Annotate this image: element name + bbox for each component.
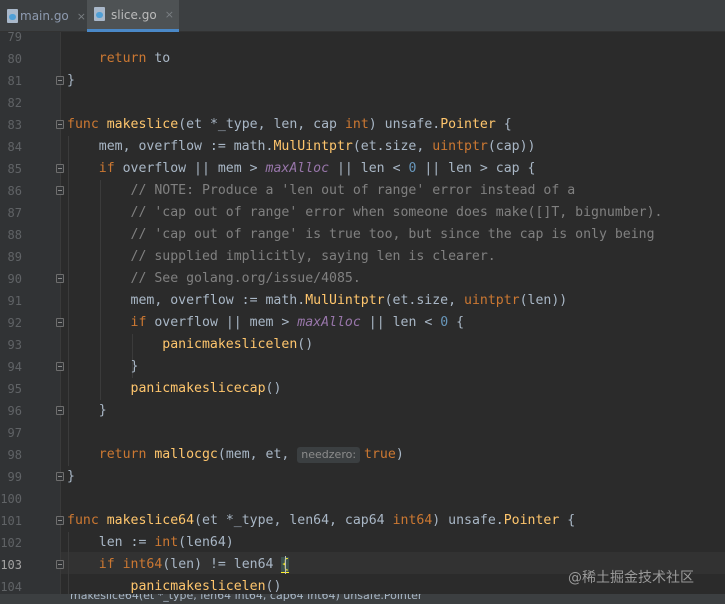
line-number: 98	[7, 448, 22, 462]
line-number: 82	[7, 96, 22, 110]
code-line: }	[67, 359, 139, 374]
close-icon[interactable]: ×	[77, 10, 86, 23]
line-number: 80	[7, 52, 22, 66]
fold-marker-icon[interactable]	[56, 406, 64, 415]
code-comment: // See golang.org/issue/4085.	[130, 271, 361, 286]
code-line: func makeslice64(et *_type, len64, cap64…	[67, 513, 576, 528]
code-line: }	[67, 469, 75, 484]
code-comment: // 'cap out of range' is true too, but s…	[130, 227, 655, 242]
line-number: 87	[7, 206, 22, 220]
code-line: }	[67, 403, 107, 418]
code-line: mem, overflow := math.MulUintptr(et.size…	[67, 293, 568, 308]
line-number: 84	[7, 140, 22, 154]
code-line: }	[67, 73, 75, 88]
go-file-icon	[93, 7, 107, 22]
inlay-hint: needzero:	[297, 447, 361, 463]
code-line: return mallocgc(mem, et, needzero: true)	[98, 447, 404, 463]
line-number: 89	[7, 250, 22, 264]
text-caret	[285, 556, 286, 574]
fold-marker-icon[interactable]	[56, 362, 64, 371]
code-line: if overflow || mem > maxAlloc || len < 0…	[130, 315, 465, 330]
line-number: 99	[7, 470, 22, 484]
fold-marker-icon[interactable]	[56, 76, 64, 85]
line-number: 95	[7, 382, 22, 396]
fold-marker-icon[interactable]	[56, 120, 64, 129]
code-line: panicmakeslicecap()	[130, 381, 282, 396]
close-icon[interactable]: ×	[165, 8, 174, 21]
watermark: @稀土掘金技术社区	[568, 570, 694, 586]
code-comment: // supplied implicitly, saying len is cl…	[130, 249, 496, 264]
tab-slice-go[interactable]: slice.go ×	[87, 0, 179, 32]
line-number: 91	[7, 294, 22, 308]
tab-label: slice.go	[111, 7, 157, 22]
tab-main-go[interactable]: main.go ×	[0, 0, 86, 32]
line-number: 90	[7, 272, 22, 286]
code-line: func makeslice(et *_type, len, cap int) …	[67, 117, 512, 132]
line-number: 102	[0, 536, 22, 550]
line-number: 79	[7, 32, 22, 44]
code-editor[interactable]: 79 80 81 82 83 84 85 86 87 88 89 90 91 9…	[0, 32, 725, 604]
code-comment: // NOTE: Produce a 'len out of range' er…	[130, 183, 576, 198]
line-number: 92	[7, 316, 22, 330]
line-number: 96	[7, 404, 22, 418]
code-line: mem, overflow := math.MulUintptr(et.size…	[67, 139, 536, 154]
line-number: 83	[7, 118, 22, 132]
line-number: 94	[7, 360, 22, 374]
fold-marker-icon[interactable]	[56, 164, 64, 173]
line-number: 86	[7, 184, 22, 198]
line-number: 81	[7, 74, 22, 88]
fold-marker-icon[interactable]	[56, 318, 64, 327]
line-number-current: 103	[0, 558, 22, 572]
code-comment: // 'cap out of range' error when someone…	[130, 205, 663, 220]
fold-marker-icon[interactable]	[56, 274, 64, 283]
go-file-icon	[6, 8, 18, 24]
code-line: len := int(len64)	[67, 535, 234, 550]
fold-marker-icon[interactable]	[56, 516, 64, 525]
line-number: 97	[7, 426, 22, 440]
fold-marker-icon[interactable]	[56, 186, 64, 195]
code-line: panicmakeslicelen()	[162, 337, 314, 352]
tab-label: main.go	[20, 9, 69, 23]
line-number: 85	[7, 162, 22, 176]
line-number: 93	[7, 338, 22, 352]
breadcrumb-bar: makeslice64(et *_type, len64 int64, cap6…	[0, 594, 725, 604]
editor-tab-bar: main.go × slice.go ×	[0, 0, 725, 32]
code-line: if overflow || mem > maxAlloc || len < 0…	[98, 161, 536, 176]
line-number: 100	[0, 492, 22, 506]
line-number: 88	[7, 228, 22, 242]
code-line-current: if int64(len) != len64 {	[67, 554, 290, 576]
line-number: 101	[0, 514, 22, 528]
fold-marker-icon[interactable]	[56, 560, 64, 569]
breadcrumb[interactable]: makeslice64(et *_type, len64 int64, cap6…	[70, 594, 422, 602]
code-line: return to	[98, 51, 171, 66]
fold-marker-icon[interactable]	[56, 472, 64, 481]
